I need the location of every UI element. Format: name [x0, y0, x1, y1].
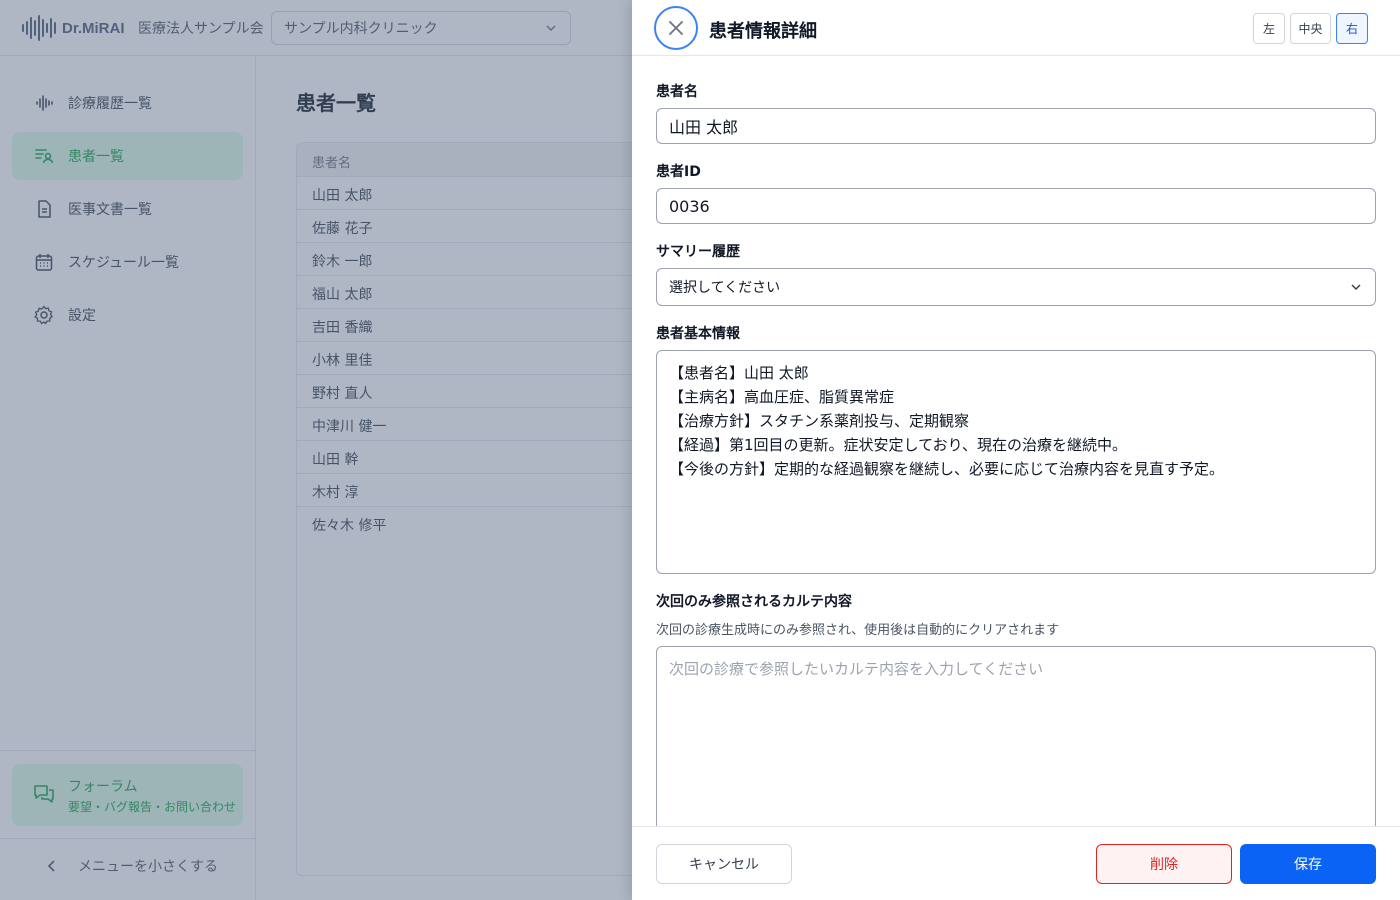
patient-id-label: 患者ID [656, 164, 701, 180]
save-button[interactable]: 保存 [1240, 844, 1376, 884]
summary-history-label: サマリー履歴 [656, 244, 740, 260]
drawer-position-toggle: 左 中央 右 [1253, 13, 1368, 44]
drawer-header: 患者情報詳細 左 中央 右 [632, 0, 1400, 56]
position-left-button[interactable]: 左 [1253, 13, 1285, 44]
position-center-button[interactable]: 中央 [1290, 13, 1331, 44]
drawer-title: 患者情報詳細 [709, 21, 817, 42]
patient-name-label: 患者名 [656, 84, 698, 100]
close-button[interactable] [654, 6, 698, 50]
drawer-footer: キャンセル 削除 保存 [632, 826, 1400, 900]
next-chart-helper-text: 次回の診療生成時にのみ参照され、使用後は自動的にクリアされます [656, 623, 1060, 638]
next-chart-textarea[interactable] [656, 646, 1376, 826]
delete-button[interactable]: 削除 [1096, 844, 1232, 884]
patient-name-input[interactable] [656, 108, 1376, 144]
summary-history-selected: 選択してください [669, 280, 781, 296]
position-right-button[interactable]: 右 [1336, 13, 1368, 44]
basic-info-textarea[interactable]: 【患者名】山田 太郎 【主病名】高血圧症、脂質異常症 【治療方針】スタチン系薬剤… [656, 350, 1376, 574]
close-icon [669, 21, 683, 35]
summary-history-select[interactable]: 選択してください [656, 268, 1376, 306]
patient-detail-drawer: 患者情報詳細 左 中央 右 患者名 患者ID サマリー履歴 選択してください 患… [632, 0, 1400, 900]
patient-id-input[interactable] [656, 188, 1376, 224]
chevron-down-icon [1351, 284, 1361, 291]
cancel-button[interactable]: キャンセル [656, 844, 792, 884]
basic-info-label: 患者基本情報 [656, 326, 740, 342]
next-chart-label: 次回のみ参照されるカルテ内容 [656, 594, 852, 610]
drawer-body: 患者名 患者ID サマリー履歴 選択してください 患者基本情報 【患者名】山田 … [632, 56, 1400, 826]
